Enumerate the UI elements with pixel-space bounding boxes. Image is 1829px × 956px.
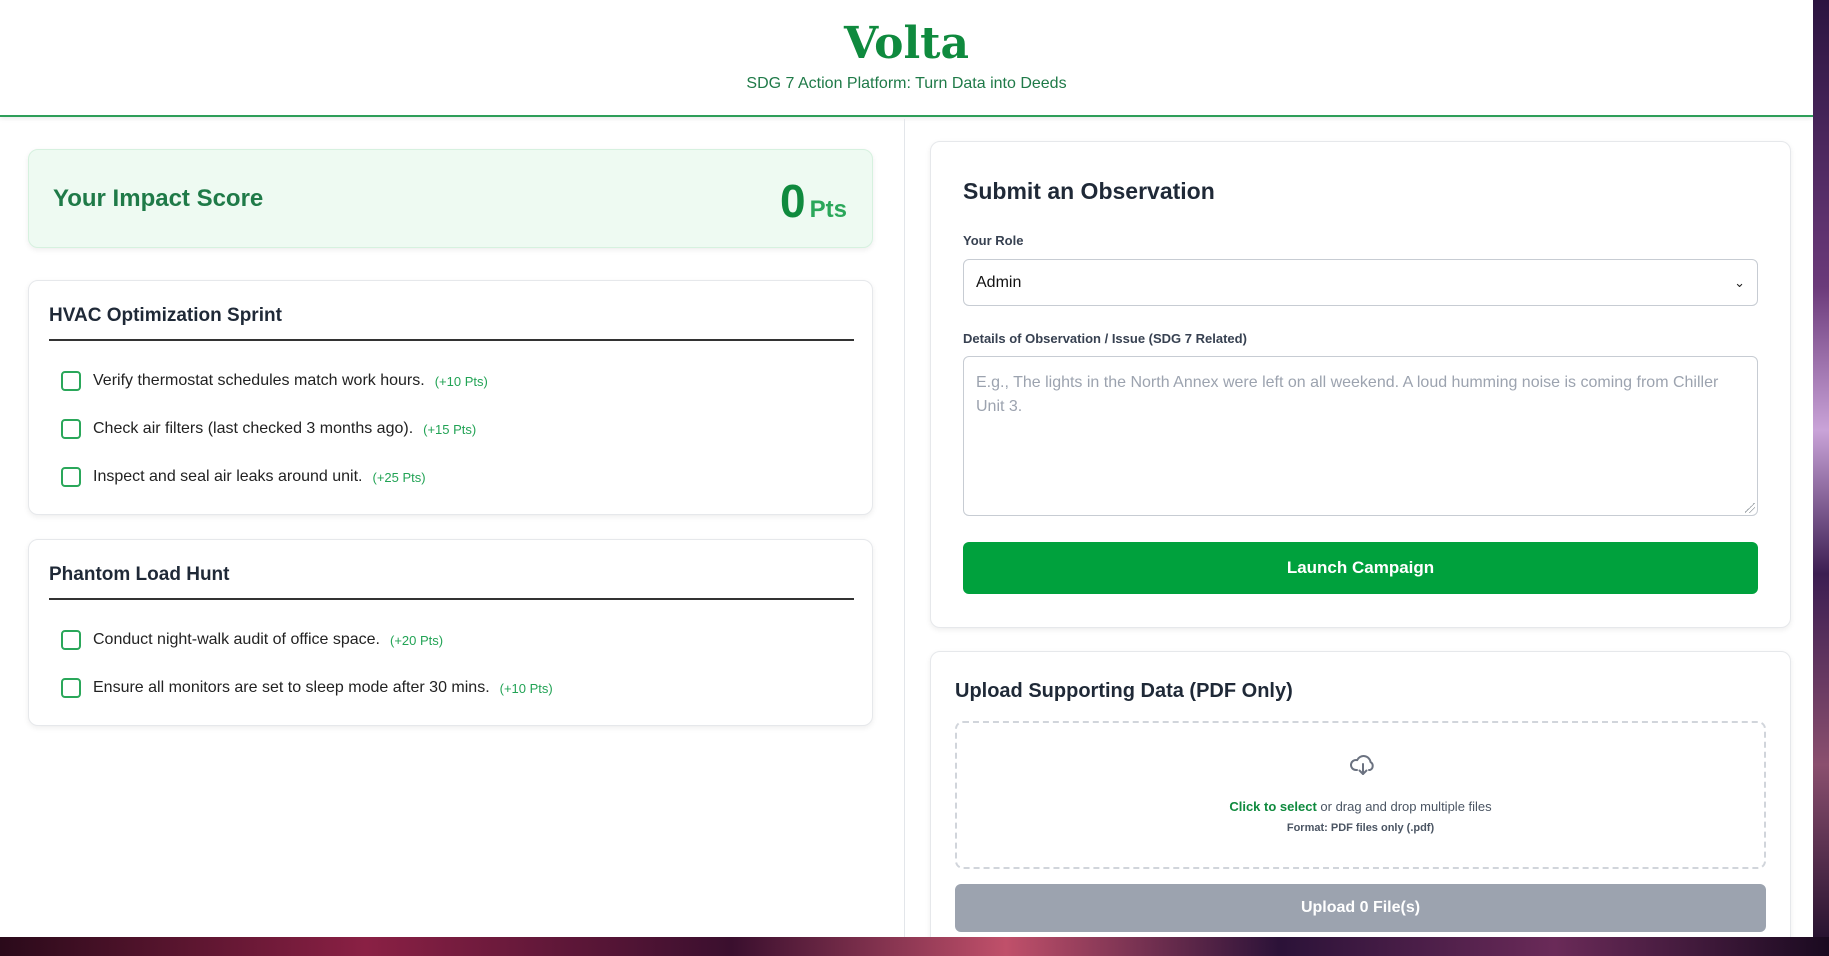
task-points: (+10 Pts) — [499, 680, 553, 696]
task-item[interactable]: Inspect and seal air leaks around unit. … — [61, 465, 426, 489]
impact-score-label: Your Impact Score — [53, 185, 264, 212]
upload-files-button[interactable]: Upload 0 File(s) — [955, 884, 1766, 932]
role-select-value: Admin — [976, 273, 1022, 291]
task-points: (+25 Pts) — [372, 469, 426, 485]
task-label: Verify thermostat schedules match work h… — [93, 372, 425, 389]
details-label: Details of Observation / Issue (SDG 7 Re… — [963, 331, 1247, 346]
desktop-wallpaper-bottom — [0, 937, 1829, 956]
app-header: Volta SDG 7 Action Platform: Turn Data i… — [0, 0, 1813, 117]
upload-title: Upload Supporting Data (PDF Only) — [955, 680, 1293, 702]
drag-drop-text: or drag and drop multiple files — [1316, 799, 1492, 814]
task-checkbox[interactable] — [61, 467, 81, 487]
impact-score-card: Your Impact Score 0 Pts — [28, 149, 873, 248]
app-title: Volta — [844, 18, 969, 69]
desktop-wallpaper-right — [1813, 0, 1829, 956]
task-item[interactable]: Check air filters (last checked 3 months… — [61, 417, 476, 441]
role-select[interactable]: Admin ⌄ — [963, 259, 1758, 306]
details-placeholder: E.g., The lights in the North Annex were… — [976, 374, 1719, 415]
task-points: (+10 Pts) — [434, 373, 488, 389]
observation-form-title: Submit an Observation — [963, 178, 1215, 204]
task-checkbox[interactable] — [61, 678, 81, 698]
impact-score-value: 0 Pts — [780, 174, 847, 228]
format-hint: Format: PDF files only (.pdf) — [1286, 822, 1435, 834]
impact-score-unit: Pts — [809, 196, 847, 223]
task-label: Conduct night-walk audit of office space… — [93, 631, 380, 648]
task-item[interactable]: Ensure all monitors are set to sleep mod… — [61, 676, 553, 700]
resize-handle-icon[interactable] — [1745, 503, 1755, 513]
app-tagline: SDG 7 Action Platform: Turn Data into De… — [746, 75, 1067, 92]
mission-title: Phantom Load Hunt — [49, 564, 854, 600]
task-label: Inspect and seal air leaks around unit. — [93, 468, 363, 485]
role-label: Your Role — [963, 233, 1024, 248]
file-dropzone[interactable]: Click to select or drag and drop multipl… — [955, 721, 1766, 869]
task-label: Check air filters (last checked 3 months… — [93, 420, 414, 437]
task-points: (+20 Pts) — [389, 632, 444, 648]
mission-card-phantom-load: Phantom Load Hunt Conduct night-walk aud… — [28, 539, 873, 726]
chevron-down-icon: ⌄ — [1734, 274, 1745, 290]
task-checkbox[interactable] — [61, 419, 81, 439]
task-label: Ensure all monitors are set to sleep mod… — [93, 679, 490, 696]
dropzone-instructions: Click to select or drag and drop multipl… — [957, 799, 1764, 814]
launch-campaign-button[interactable]: Launch Campaign — [963, 542, 1758, 594]
impact-score-number: 0 — [780, 175, 806, 227]
task-checkbox[interactable] — [61, 371, 81, 391]
cloud-download-icon — [1350, 755, 1374, 775]
observation-form-card: Submit an Observation Your Role Admin ⌄ … — [930, 141, 1791, 628]
task-item[interactable]: Verify thermostat schedules match work h… — [61, 369, 488, 393]
task-item[interactable]: Conduct night-walk audit of office space… — [61, 628, 443, 652]
details-textarea[interactable]: E.g., The lights in the North Annex were… — [963, 356, 1758, 516]
column-divider — [904, 119, 905, 937]
mission-title: HVAC Optimization Sprint — [49, 305, 854, 341]
upload-card: Upload Supporting Data (PDF Only) Click … — [930, 651, 1791, 937]
app-window: Volta SDG 7 Action Platform: Turn Data i… — [0, 0, 1813, 937]
task-checkbox[interactable] — [61, 630, 81, 650]
click-to-select-link[interactable]: Click to select — [1229, 799, 1316, 814]
task-points: (+15 Pts) — [423, 421, 477, 437]
mission-card-hvac: HVAC Optimization Sprint Verify thermost… — [28, 280, 873, 515]
